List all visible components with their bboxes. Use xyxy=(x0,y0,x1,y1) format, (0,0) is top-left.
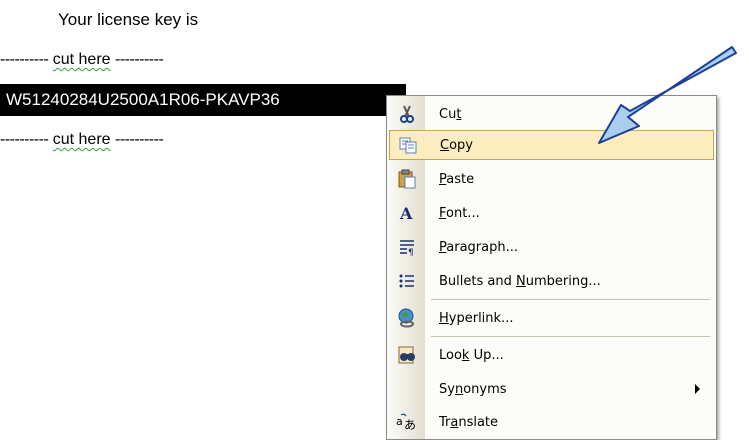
font-icon: A xyxy=(389,198,425,228)
menu-item-translate[interactable]: a あ Translate xyxy=(389,407,714,437)
cut-dashes-left: ---------- xyxy=(0,51,49,68)
cut-line-top: ---------- cut here ---------- xyxy=(0,51,164,69)
cut-here-label: cut here xyxy=(52,51,111,68)
menu-item-label: Font... xyxy=(439,205,480,221)
menu-item-label: Paste xyxy=(439,171,475,187)
menu-item-label: Cut xyxy=(439,106,462,122)
menu-item-look-up[interactable]: Look Up... xyxy=(389,340,714,370)
svg-text:¶: ¶ xyxy=(408,248,414,256)
menu-separator xyxy=(431,336,710,337)
license-heading: Your license key is xyxy=(58,10,199,29)
submenu-arrow-icon xyxy=(695,384,700,394)
menu-separator xyxy=(431,299,710,300)
research-binoculars-icon xyxy=(389,340,425,370)
clipboard-paste-icon xyxy=(389,164,425,194)
menu-item-hyperlink[interactable]: Hyperlink... xyxy=(389,303,714,333)
hyperlink-globe-icon xyxy=(389,303,425,333)
copy-icon xyxy=(390,130,426,160)
menu-item-label: Translate xyxy=(439,414,499,430)
context-menu: Cut Copy Paste A Font... ¶ Paragraph... … xyxy=(386,95,717,440)
cut-dashes-right: ---------- xyxy=(115,131,164,148)
cut-dashes-left: ---------- xyxy=(0,131,49,148)
bullets-icon xyxy=(389,266,425,296)
svg-text:A: A xyxy=(399,204,413,222)
cut-here-label: cut here xyxy=(52,131,111,148)
menu-item-label: Synonyms xyxy=(439,381,507,397)
menu-item-paragraph[interactable]: ¶ Paragraph... xyxy=(389,232,714,262)
menu-item-label: Paragraph... xyxy=(439,239,518,255)
scissors-icon xyxy=(389,99,425,129)
menu-item-label: Hyperlink... xyxy=(439,310,514,326)
svg-text:あ: あ xyxy=(404,418,416,431)
menu-item-label: Bullets and Numbering... xyxy=(439,273,601,289)
svg-text:a: a xyxy=(396,415,403,428)
license-key-selected[interactable]: W51240284U2500A1R06-PKAVP36 xyxy=(0,84,406,116)
cut-line-bottom: ---------- cut here ---------- xyxy=(0,131,164,149)
menu-item-cut[interactable]: Cut xyxy=(389,99,714,129)
menu-item-label: Look Up... xyxy=(439,347,504,363)
menu-item-font[interactable]: A Font... xyxy=(389,198,714,228)
paragraph-icon: ¶ xyxy=(389,232,425,262)
menu-item-paste[interactable]: Paste xyxy=(389,164,714,194)
menu-item-bullets-numbering[interactable]: Bullets and Numbering... xyxy=(389,266,714,296)
menu-item-synonyms[interactable]: Synonyms xyxy=(389,374,714,404)
menu-item-label: Copy xyxy=(440,137,473,153)
translate-icon: a あ xyxy=(389,407,425,437)
cut-dashes-right: ---------- xyxy=(115,51,164,68)
menu-item-copy[interactable]: Copy xyxy=(389,130,714,160)
